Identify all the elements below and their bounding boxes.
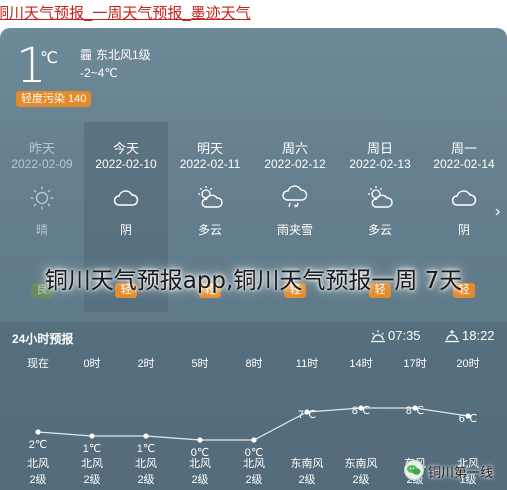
day-condition: 雨夹雪 <box>276 223 313 237</box>
hour-column: 现在2℃北风2级轻 <box>11 350 65 490</box>
watermark-text: 铜川第一线 <box>428 465 494 480</box>
day-condition: 多云 <box>197 223 222 237</box>
sunrise-icon <box>371 330 385 343</box>
hour-label: 14时 <box>349 358 373 370</box>
day-condition: 阴 <box>119 223 132 237</box>
hour-wind-level: 2级 <box>137 474 155 486</box>
hour-wind-level: 2级 <box>29 474 47 486</box>
sunset-icon <box>445 330 459 343</box>
hour-temperature: 1℃ <box>82 443 102 455</box>
page-title-link[interactable]: 铜川天气预报_一周天气预报_墨迹天气 <box>0 2 251 23</box>
hour-wind-level: 2级 <box>352 474 370 486</box>
hour-wind-level: 2级 <box>83 474 101 486</box>
sleet-icon: * <box>282 185 308 212</box>
hour-column: 14时8℃东南风2级轻 <box>334 350 388 490</box>
day-date: 2022-02-10 <box>95 157 157 171</box>
current-temperature-unit: ℃ <box>40 50 58 67</box>
partly-cloudy-icon <box>198 186 223 208</box>
hour-temperature: 8℃ <box>405 405 425 417</box>
hour-wind-level: 2级 <box>245 474 263 486</box>
hour-label: 0时 <box>83 358 101 370</box>
hour-label: 现在 <box>27 358 49 370</box>
current-wind: 东北风1级 <box>96 48 151 62</box>
day-date: 2022-02-09 <box>11 157 73 171</box>
cloud-icon <box>451 190 477 206</box>
hour-column: 5时0℃北风2级轻 <box>173 350 227 490</box>
day-name: 周一 <box>450 141 477 156</box>
hour-temperature: 8℃ <box>351 405 371 417</box>
day-date: 2022-02-13 <box>349 157 411 171</box>
day-name: 周六 <box>281 141 308 156</box>
hour-wind-direction: 东南风 <box>290 458 324 470</box>
overlay-caption: 铜川天气预报app,铜川天气预报一周 7天 <box>44 268 463 294</box>
hour-label: 5时 <box>191 358 209 370</box>
day-date: 2022-02-14 <box>433 157 495 171</box>
current-aqi-badge[interactable]: 轻度污染 140 <box>16 91 92 107</box>
hour-label: 11时 <box>295 358 319 370</box>
cloud-icon <box>113 190 139 206</box>
weather-card: 1 ℃ 霾 东北风1级 -2~4℃ 轻度污染 140 昨天 2022-02-09 晴… <box>0 28 507 490</box>
chevron-right-icon[interactable]: › <box>495 204 505 220</box>
sunrise-time: 07:35 <box>388 328 421 343</box>
hour-column: 8时0℃北风2级轻 <box>227 350 281 490</box>
wechat-icon <box>404 460 424 480</box>
hour-wind-direction: 北风 <box>81 458 103 470</box>
day-condition: 阴 <box>457 223 470 237</box>
partly-cloudy-icon <box>368 186 393 208</box>
day-name: 明天 <box>196 141 223 156</box>
sun-icon <box>30 186 54 210</box>
hour-wind-direction: 北风 <box>135 458 157 470</box>
hour-label: 8时 <box>245 358 263 370</box>
day-name: 周日 <box>366 141 393 156</box>
day-name: 今天 <box>112 141 139 156</box>
hour-temperature: 7℃ <box>297 409 317 421</box>
day-condition: 晴 <box>35 223 48 237</box>
hourly-title: 24小时预报 <box>12 332 74 346</box>
watermark: 铜川第一线 <box>400 458 500 482</box>
hour-wind-direction: 北风 <box>243 458 265 470</box>
hour-wind-direction: 东南风 <box>344 458 378 470</box>
day-date: 2022-02-12 <box>264 157 326 171</box>
hour-column: 2时1℃北风2级轻 <box>119 350 173 490</box>
page-title-bar: 铜川天气预报_一周天气预报_墨迹天气 <box>0 0 507 26</box>
svg-text:*: * <box>294 203 298 212</box>
day-name: 昨天 <box>28 141 55 156</box>
sunrise-info: 07:35 <box>370 327 430 345</box>
hour-label: 17时 <box>403 358 427 370</box>
hour-temperature: 6℃ <box>458 413 478 425</box>
hour-temperature: 2℃ <box>28 439 48 451</box>
hour-label: 20时 <box>456 358 480 370</box>
hour-label: 2时 <box>137 358 155 370</box>
day-date: 2022-02-11 <box>179 157 241 171</box>
hour-wind-level: 2级 <box>298 474 316 486</box>
day-condition: 多云 <box>367 223 392 237</box>
current-condition: 霾 <box>80 48 93 62</box>
hour-wind-direction: 北风 <box>27 458 49 470</box>
sunset-time: 18:22 <box>462 328 495 343</box>
hour-wind-level: 2级 <box>191 474 209 486</box>
hour-column: 11时7℃东南风2级轻 <box>280 350 334 490</box>
hour-wind-direction: 北风 <box>189 458 211 470</box>
hour-temperature: 1℃ <box>136 443 156 455</box>
hour-column: 0时1℃北风2级轻 <box>65 350 119 490</box>
current-temp-range: -2~4℃ <box>80 66 118 80</box>
sunset-info: 18:22 <box>444 327 504 345</box>
